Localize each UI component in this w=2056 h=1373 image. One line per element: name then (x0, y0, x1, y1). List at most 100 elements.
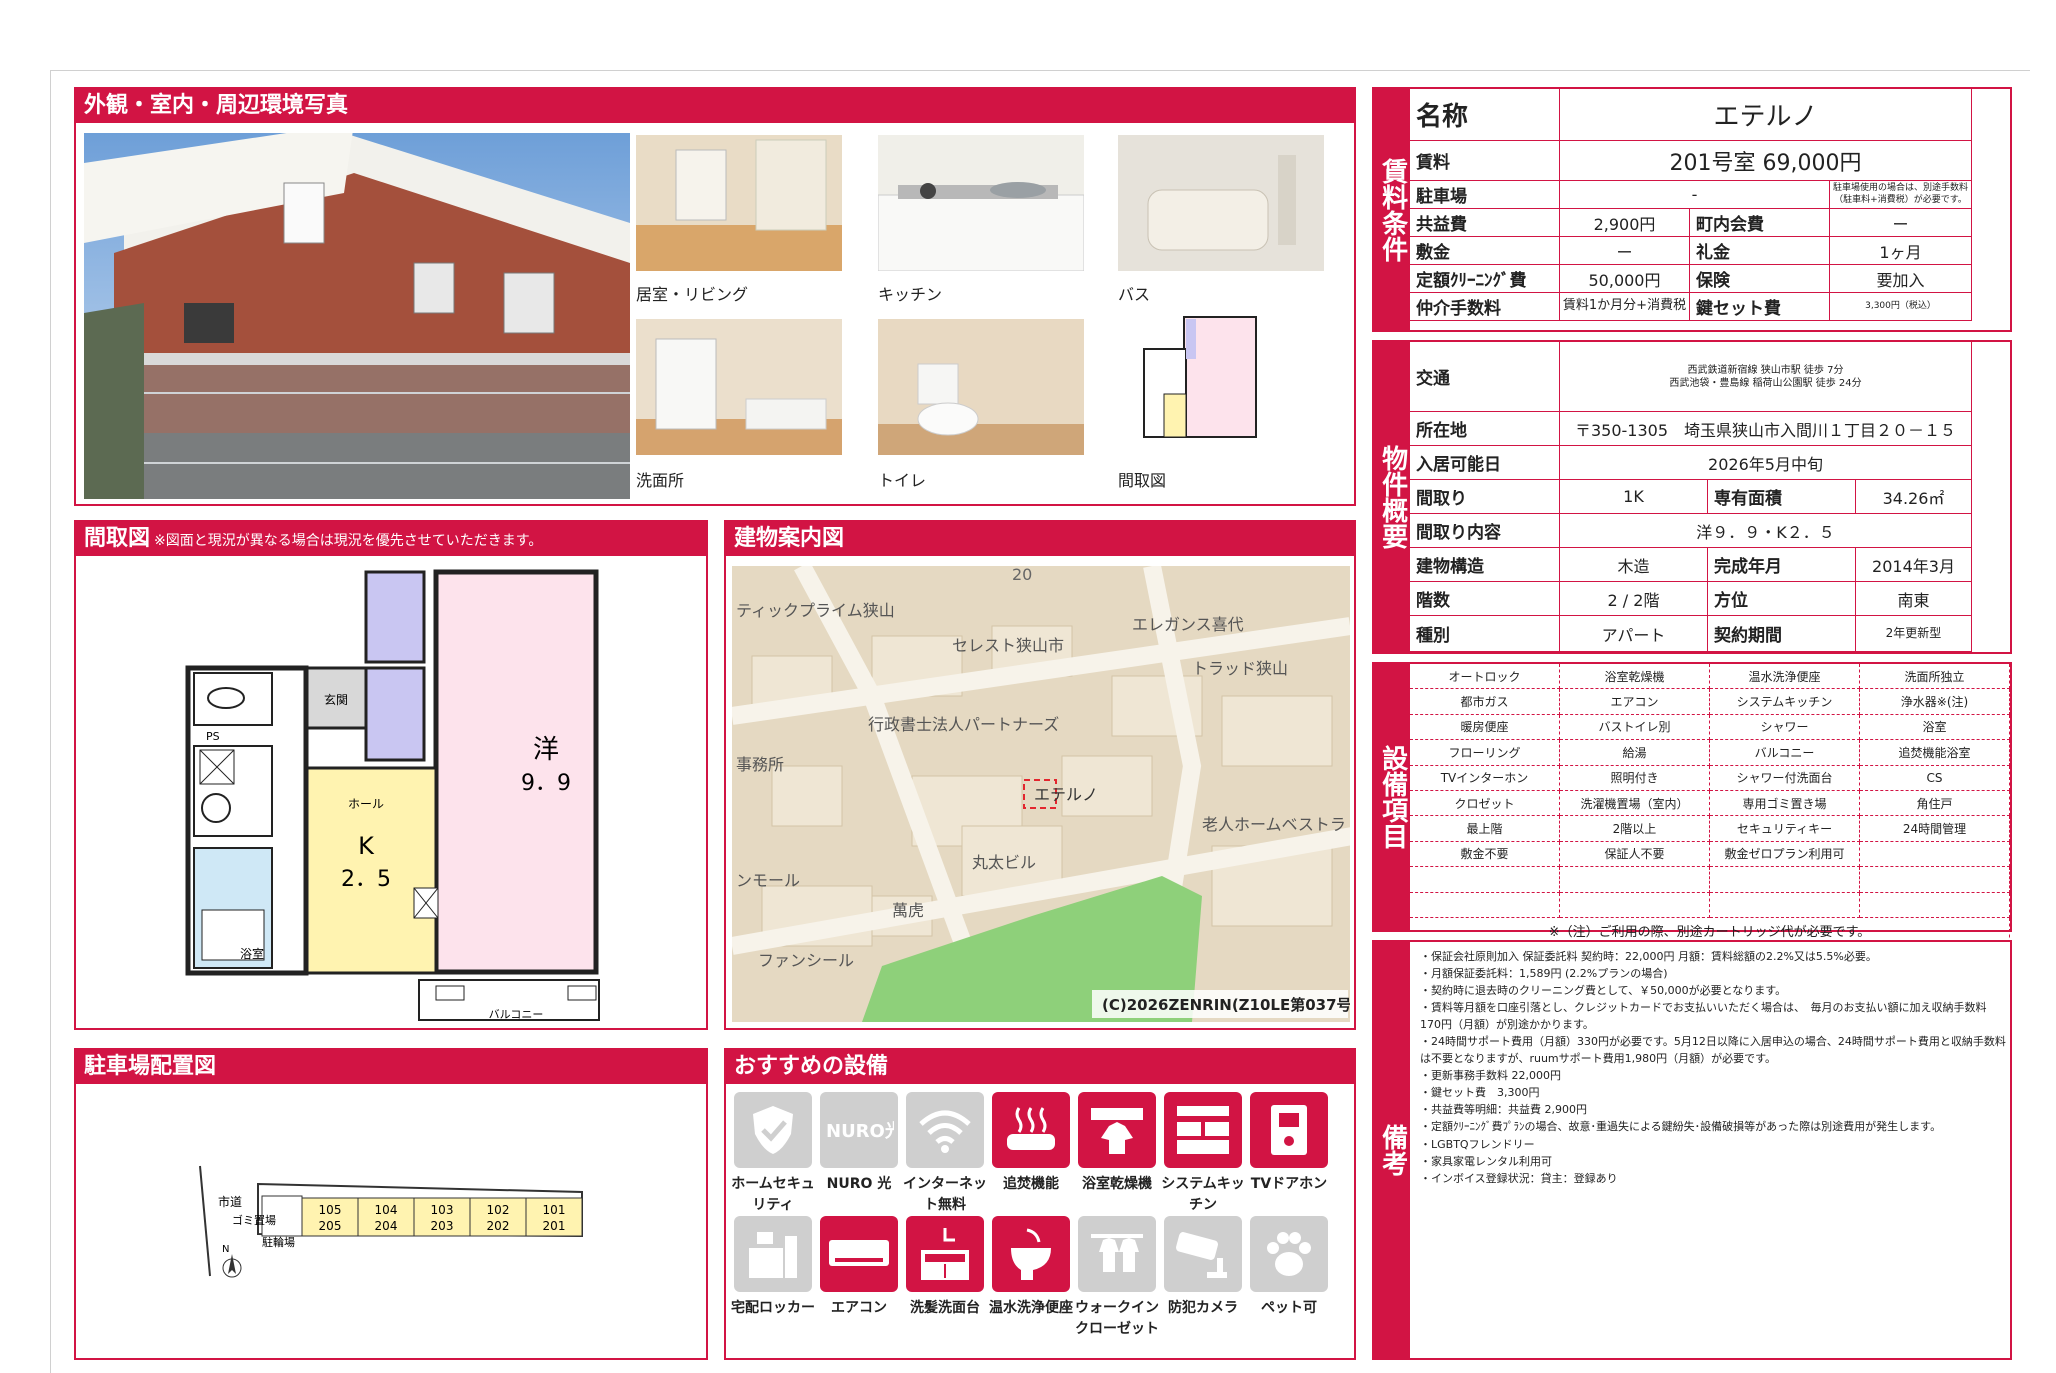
built-label: 完成年月 (1708, 548, 1856, 582)
agent-fee-value: 賃料1か月分+消費税 (1560, 293, 1690, 321)
nuro-icon: NURO光 (820, 1092, 898, 1168)
unit-103: 103 (431, 1203, 454, 1217)
map-label-office: 事務所 (736, 755, 784, 774)
access-line-1: 西武鉄道新宿線 狭山市駅 徒歩 7分 (1687, 364, 1844, 376)
feature-label-locker: 宅配ロッカー (731, 1300, 815, 1316)
equip-item: 温水洗浄便座 (1710, 664, 1860, 690)
bath-dryer-icon (1078, 1092, 1156, 1168)
remark-line: ・共益費等明細：共益費 2,900円 (1420, 1103, 1587, 1117)
move-in-label: 入居可能日 (1410, 446, 1560, 480)
bicycle-label: 駐輪場 (262, 1235, 295, 1249)
equip-item (1860, 841, 2010, 868)
remark-line: ・更新事務手数料 22,000円 (1420, 1069, 1561, 1083)
property-section: 物件概要 交通 西武鉄道新宿線 狭山市駅 徒歩 7分 西武池袋・豊島線 稲荷山公… (1372, 340, 2012, 654)
remark-line: ・月額保証委託料：1,589円 (2.2%プランの場合) (1420, 967, 1668, 981)
feature-label-security: ホームセキュリティ (731, 1176, 815, 1213)
parking-title: 駐車場配置図 (76, 1050, 706, 1084)
equip-item: シャワー (1710, 714, 1860, 741)
equip-item: 敷金ゼロプラン利用可 (1710, 841, 1860, 868)
shield-icon (734, 1092, 812, 1168)
equip-item: 給湯 (1560, 740, 1710, 766)
remarks-list: ・保証会社原則加入 保証委託料 契約時：22,000円 月額：賃料総額の2.2%… (1420, 948, 2006, 1187)
parking-note: 駐車場使用の場合は、別途手数料（駐車料+消費税）が必要です。 (1830, 181, 1972, 209)
features-panel: おすすめの設備 ホームセキュリティ NURO光 NURO 光 インターネット無料… (724, 1048, 1356, 1360)
camera-icon (1164, 1216, 1242, 1292)
door-intercom-icon (1250, 1092, 1328, 1168)
map-panel: 建物案内図 20 ティックプライム狭山 セレスト狭山市 エレガンス喜代 トラッド… (724, 520, 1356, 1030)
aircon-icon (820, 1216, 898, 1292)
equip-item: 24時間管理 (1860, 816, 2010, 842)
equip-item (1410, 892, 1560, 918)
map-label-20: 20 (1012, 566, 1032, 584)
rent-value: 201号室 69,000円 (1560, 141, 1972, 181)
unit-202: 202 (487, 1219, 510, 1233)
remarks-side-label: 備考 (1374, 942, 1410, 1358)
area-value: 34.26㎡ (1856, 480, 1972, 514)
layout-label: 間取り (1410, 480, 1560, 514)
map-label-fancy: ファンシール (758, 951, 854, 970)
feature-label-vanity: 洗髪洗面台 (910, 1300, 980, 1316)
equip-item (1710, 867, 1860, 893)
equip-item: 専用ゴミ置き場 (1710, 790, 1860, 817)
equip-item: 浄水器※(注) (1860, 689, 2010, 715)
floorplan-thumb (1124, 309, 1264, 459)
move-in-value: 2026年5月中旬 (1560, 446, 1972, 480)
contract-value: 2年更新型 (1856, 616, 1972, 652)
vanity-icon (906, 1216, 984, 1292)
common-fee-label: 共益費 (1410, 209, 1560, 237)
unit-105: 105 (319, 1203, 342, 1217)
feature-label-pet: ペット可 (1261, 1300, 1317, 1316)
photos-title: 外観・室内・周辺環境写真 (76, 89, 1354, 123)
town-fee-value: ー (1830, 209, 1972, 237)
equip-item: 浴室 (1860, 714, 2010, 741)
property-side-label: 物件概要 (1374, 342, 1410, 652)
unit-104: 104 (375, 1203, 398, 1217)
cleaning-fee-label: 定額ｸﾘｰﾆﾝｸﾞ費 (1410, 265, 1560, 293)
wifi-icon (906, 1092, 984, 1168)
type-label: 種別 (1410, 616, 1560, 652)
remark-line: ・24時間サポート費用（月額）330円が必要です。5月12日以降に入居申込の場合… (1420, 1035, 2006, 1066)
garbage-label: ゴミ置場 (232, 1213, 276, 1227)
town-fee-label: 町内会費 (1690, 209, 1830, 237)
exterior-photo (84, 133, 630, 499)
map-label-celest: セレスト狭山市 (952, 636, 1064, 655)
map-label-mall: ンモール (736, 871, 800, 890)
access-label: 交通 (1410, 342, 1560, 412)
bath-label: 浴室 (240, 946, 264, 961)
feature-label-washlet: 温水洗浄便座 (989, 1300, 1073, 1316)
equip-item: 暖房便座 (1410, 714, 1560, 741)
key-set-label: 鍵セット費 (1690, 293, 1830, 321)
floorplan-header: 間取図 ※図面と現況が異なる場合は現況を優先させていただきます。 (76, 522, 706, 556)
map-title: 建物案内図 (726, 522, 1354, 556)
feature-label-bath-dryer: 浴室乾燥機 (1082, 1176, 1152, 1192)
floorplan-panel: 間取図 ※図面と現況が異なる場合は現況を優先させていただきます。 洋 9．9 K … (74, 520, 708, 1030)
deposit-label: 敷金 (1410, 237, 1560, 265)
kitchen-label: K (358, 832, 375, 860)
cleaning-fee-value: 50,000円 (1560, 265, 1690, 293)
insurance-label: 保険 (1690, 265, 1830, 293)
key-money-value: 1ヶ月 (1830, 237, 1972, 265)
equip-item: 保証人不要 (1560, 841, 1710, 868)
road-label: 市道 (218, 1194, 242, 1209)
direction-label: 方位 (1708, 582, 1856, 616)
remarks-section: 備考 ・保証会社原則加入 保証委託料 契約時：22,000円 月額：賃料総額の2… (1372, 940, 2012, 1360)
remark-line: ・LGBTQフレンドリー (1420, 1137, 1535, 1151)
equip-item: 最上階 (1410, 816, 1560, 842)
kitchen-icon (1164, 1092, 1242, 1168)
entrance-label: 玄関 (324, 692, 348, 707)
equip-item: 追焚機能浴室 (1860, 740, 2010, 766)
parking-label: 駐車場 (1410, 181, 1560, 209)
rent-label: 賃料 (1410, 141, 1560, 181)
map-label-elegance: エレガンス喜代 (1132, 615, 1244, 634)
feature-label-internet: インターネット無料 (903, 1176, 987, 1213)
toilet-photo (878, 319, 1084, 455)
locker-icon (734, 1216, 812, 1292)
photos-panel: 外観・室内・周辺環境写真 居室・リビング キッチン バス 洗面所 トイレ 間取図 (74, 87, 1356, 506)
north-label: N (222, 1244, 229, 1255)
key-money-label: 礼金 (1690, 237, 1830, 265)
equip-item (1860, 892, 2010, 918)
feature-label-aircon: エアコン (831, 1300, 887, 1316)
insurance-value: 要加入 (1830, 265, 1972, 293)
unit-204: 204 (375, 1219, 398, 1233)
common-fee-value: 2,900円 (1560, 209, 1690, 237)
